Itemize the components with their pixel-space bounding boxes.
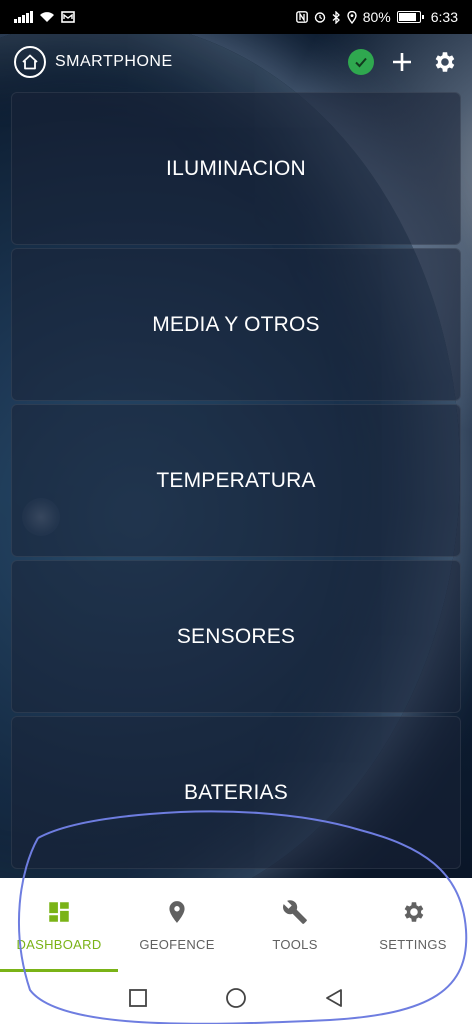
home-circle-icon[interactable]: [225, 987, 247, 1009]
nav-label: GEOFENCE: [139, 936, 215, 952]
card-label: TEMPERATURA: [156, 468, 316, 492]
card-label: BATERIAS: [184, 780, 288, 804]
bottom-navigation: DASHBOARD GEOFENCE TOOLS SETTINGS: [0, 878, 472, 972]
recents-square-icon[interactable]: [128, 988, 148, 1008]
card-sensores[interactable]: SENSORES: [11, 560, 461, 713]
nav-settings[interactable]: SETTINGS: [354, 878, 472, 972]
card-iluminacion[interactable]: ILUMINACION: [11, 92, 461, 245]
home-button[interactable]: [14, 46, 46, 78]
add-button[interactable]: [388, 48, 416, 76]
card-label: MEDIA Y OTROS: [152, 312, 320, 336]
card-label: SENSORES: [176, 624, 296, 648]
card-baterias[interactable]: BATERIAS: [11, 716, 461, 869]
nav-tools[interactable]: TOOLS: [236, 878, 354, 972]
wrench-icon: [283, 899, 307, 924]
signal-icon: [14, 11, 33, 23]
bluetooth-icon: [332, 10, 340, 24]
back-triangle-icon[interactable]: [324, 988, 344, 1008]
app-title: SMARTPHONE: [55, 53, 173, 70]
plus-icon: [393, 53, 411, 71]
battery-percent: 80%: [362, 9, 391, 25]
system-navigation-bar: [0, 972, 472, 1024]
alarm-icon: [314, 12, 325, 23]
nav-label: TOOLS: [272, 936, 318, 952]
nav-geofence[interactable]: GEOFENCE: [118, 878, 236, 972]
settings-button[interactable]: [430, 48, 458, 76]
status-bar: 80% 6:33: [0, 0, 472, 34]
nav-label: DASHBOARD: [16, 936, 102, 952]
app-bar: SMARTPHONE: [0, 40, 472, 84]
gear-icon: [404, 901, 424, 922]
check-circle-icon: [355, 57, 367, 68]
dashboard-card-list: ILUMINACION MEDIA Y OTROS TEMPERATURA SE…: [11, 92, 461, 872]
message-icon: [61, 11, 75, 23]
card-label: ILUMINACION: [166, 156, 306, 180]
clock-time: 6:33: [430, 9, 458, 25]
card-temperatura[interactable]: TEMPERATURA: [11, 404, 461, 557]
nav-dashboard[interactable]: DASHBOARD: [0, 878, 118, 972]
dashboard-icon: [49, 901, 69, 922]
card-media-y-otros[interactable]: MEDIA Y OTROS: [11, 248, 461, 401]
connection-status-button[interactable]: [348, 49, 374, 75]
gear-icon: [435, 52, 455, 72]
location-pin-icon: [169, 900, 185, 923]
wifi-icon: [40, 12, 54, 22]
nfc-icon: [295, 11, 308, 23]
nav-label: SETTINGS: [379, 936, 447, 952]
battery-icon: [396, 11, 424, 23]
location-icon: [347, 10, 357, 24]
home-icon: [22, 54, 38, 70]
